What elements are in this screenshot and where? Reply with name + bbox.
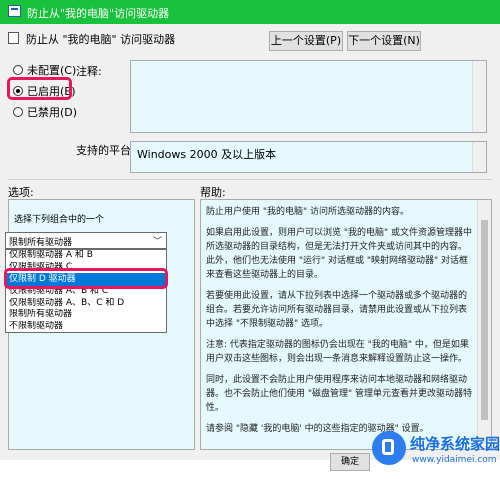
supported-platform-value: Windows 2000 及以上版本	[137, 148, 277, 161]
section-divider	[8, 179, 492, 180]
help-paragraph: 若要使用此设置，请从下拉列表中选择一个驱动器或多个驱动器的组合。若要允许访问所有…	[206, 291, 468, 329]
title-bar: 防止从"我的电脑"访问驱动器	[0, 0, 500, 24]
dropdown-option[interactable]: 仅限制驱动器 A、B、C 和 D	[6, 298, 166, 310]
not-configured-option[interactable]: 未配置(C)	[13, 62, 76, 78]
disabled-label: 已禁用(D)	[27, 106, 78, 119]
next-setting-button[interactable]: 下一个设置(N)	[347, 31, 421, 51]
help-paragraph: 注意: 代表指定驱动器的图标仍会出现在 "我的电脑" 中，但是如果用户双击这些图…	[206, 340, 469, 364]
watermark-url: www.yidaimei.com	[412, 455, 497, 465]
dropdown-option[interactable]: 限制所有驱动器	[6, 309, 166, 321]
help-scrollbar-thumb[interactable]	[481, 220, 488, 420]
enabled-highlight-box	[7, 77, 72, 100]
platform-scrollbar[interactable]	[472, 142, 486, 172]
disabled-option[interactable]: 已禁用(D)	[13, 104, 77, 120]
dropdown-option[interactable]: 仅限制驱动器 A 和 B	[6, 250, 166, 262]
supported-on-label: 支持的平台:	[76, 144, 135, 157]
window-icon	[8, 5, 21, 17]
help-label: 帮助:	[200, 186, 226, 199]
comment-label: 注释:	[76, 65, 102, 78]
supported-platform-field: Windows 2000 及以上版本	[130, 141, 487, 173]
option-highlight-box	[4, 268, 168, 289]
previous-setting-button[interactable]: 上一个设置(P)	[269, 31, 343, 51]
help-paragraph: 同时，此设置不会防止用户使用程序来访问本地驱动器和网络驱动器。也不会防止他们使用…	[206, 375, 473, 413]
dialog-body: 防止从 "我的电脑" 访问驱动器 上一个设置(P) 下一个设置(N) 未配置(C…	[0, 24, 500, 471]
disabled-radio[interactable]	[13, 107, 23, 117]
ok-button[interactable]: 确定	[330, 453, 370, 471]
watermark: 纯净系统家园 www.yidaimei.com	[372, 429, 500, 479]
help-panel: 防止用户使用 "我的电脑" 访问所选驱动器的内容。 如果启用此设置，则用户可以浏…	[200, 199, 492, 450]
help-paragraph: 防止用户使用 "我的电脑" 访问所选驱动器的内容。	[206, 207, 410, 217]
not-configured-label: 未配置(C)	[27, 64, 77, 77]
policy-title: 防止从 "我的电脑" 访问驱动器	[26, 33, 176, 46]
dropdown-option[interactable]: 不限制驱动器	[6, 321, 166, 333]
help-paragraph: 如果启用此设置，则用户可以浏览 "我的电脑" 或文件资源管理器中所选驱动器的目录…	[206, 228, 473, 280]
help-text: 防止用户使用 "我的电脑" 访问所选驱动器的内容。 如果启用此设置，则用户可以浏…	[206, 205, 474, 443]
drive-restriction-select[interactable]: 限制所有驱动器 ﹀	[5, 232, 167, 249]
select-value: 限制所有驱动器	[9, 238, 73, 248]
help-scrollbar[interactable]	[477, 200, 491, 449]
drive-restriction-dropdown[interactable]: 仅限制驱动器 A 和 B 仅限制驱动器 C 仅限制 D 驱动器 仅限制驱动器 A…	[5, 249, 167, 333]
not-configured-radio[interactable]	[13, 65, 23, 75]
watermark-name: 纯净系统家园	[410, 435, 500, 453]
combo-label: 选择下列组合中的一个	[14, 215, 105, 225]
chevron-down-icon: ﹀	[152, 237, 162, 247]
options-label: 选项:	[8, 186, 34, 199]
policy-icon	[8, 32, 19, 44]
window-title: 防止从"我的电脑"访问驱动器	[27, 7, 170, 20]
comment-scrollbar[interactable]	[472, 61, 486, 132]
comment-textarea[interactable]	[130, 60, 487, 133]
